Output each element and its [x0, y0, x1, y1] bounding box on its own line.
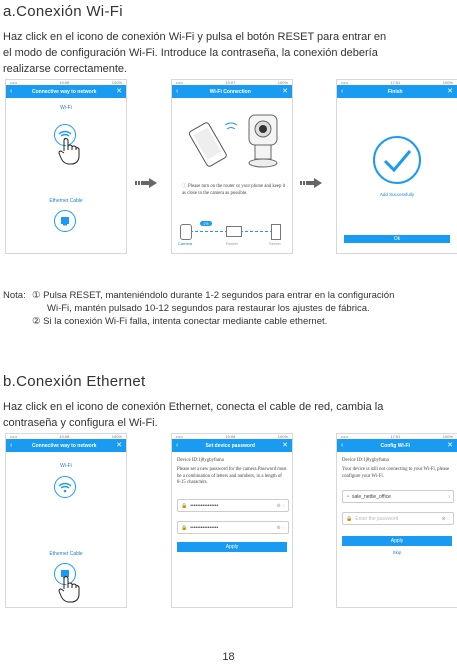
nav-bar: ‹ Set device password ✕: [172, 439, 292, 452]
back-icon[interactable]: ‹: [10, 88, 12, 95]
nav-bar: ‹ Connective way to network ✕: [6, 85, 126, 98]
password-instructions: Please set a new password for the camera…: [177, 467, 287, 485]
section-a-line-1: Haz click en el icono de conexión Wi-Fi …: [3, 31, 387, 43]
nav-bar: ‹ Finish ✕: [337, 85, 457, 98]
password-field[interactable]: 🔒 •••••••••••••••• ⊗ ◌: [177, 499, 289, 512]
wifi-password-input[interactable]: 🔒 Enter the password ⊗ ◌: [342, 512, 454, 525]
camera-label: Camera: [178, 241, 193, 246]
back-icon[interactable]: ‹: [176, 88, 178, 95]
success-text: Add Successfully: [379, 192, 415, 197]
ethernet-option-button[interactable]: [54, 210, 76, 232]
phone-screen-wifi-connection: ••••• 10:07 100% ‹ Wi-Fi Connection ✕ ⓘ Pl…: [171, 79, 293, 254]
chevron-right-icon: ›: [448, 493, 450, 500]
note-item-1b: Wi-Fi, mantén pulsado 10-12 segundos par…: [47, 303, 370, 314]
wifi-label: Wi-Fi: [60, 463, 72, 469]
page-number: 18: [222, 651, 235, 663]
nav-title: Connective way to network: [32, 442, 97, 449]
phone-screen-config-wifi: ••••• 17:51 100% ‹ Config Wi-Fi ✕ Device I…: [336, 433, 457, 608]
progress-badge: 1%: [200, 221, 212, 226]
section-b-title: b.Conexión Ethernet: [3, 373, 146, 390]
server-node-icon: [271, 224, 281, 240]
server-label: Server: [269, 241, 281, 246]
close-icon[interactable]: ✕: [116, 88, 122, 95]
nav-title: Connective way to network: [32, 88, 97, 95]
section-a-line-2: el modo de configuración Wi-Fi. Introduc…: [3, 47, 378, 59]
wifi-icon: [58, 482, 72, 492]
nav-bar: ‹ Wi-Fi Connection ✕: [172, 85, 292, 98]
router-node-icon: [226, 226, 242, 237]
close-icon[interactable]: ✕: [282, 88, 288, 95]
back-icon[interactable]: ‹: [176, 442, 178, 449]
phone-screen-set-password: ••••• 10:08 100% ‹ Set device password ✕ D…: [171, 433, 293, 608]
success-check-icon: [373, 136, 421, 184]
router-label: Router: [226, 241, 239, 246]
close-icon[interactable]: ✕: [447, 88, 453, 95]
lock-icon: 🔒: [181, 524, 188, 531]
phone-screen-connection-method: ••••• 10:08 100% ‹ Connective way to netw…: [5, 79, 127, 254]
clear-icon[interactable]: ⊗ ◌: [276, 525, 285, 531]
wifi-label: Wi-Fi: [60, 105, 72, 111]
clear-icon[interactable]: ⊗ ◌: [441, 516, 450, 522]
hand-pointer-icon: [58, 138, 80, 165]
note-item-1a: ① Pulsa RESET, manteniéndolo durante 1-2…: [32, 290, 395, 301]
skip-link[interactable]: Skip: [337, 550, 457, 555]
ok-button[interactable]: Ok: [344, 235, 450, 243]
confirm-password-field[interactable]: 🔒 •••••••••••••••• ⊗ ◌: [177, 521, 289, 534]
section-a-line-3: realizarse correctamente.: [3, 63, 128, 75]
back-icon[interactable]: ‹: [10, 442, 12, 449]
close-icon[interactable]: ✕: [116, 442, 122, 449]
apply-button[interactable]: Apply: [177, 542, 287, 552]
close-icon[interactable]: ✕: [282, 442, 288, 449]
ssid-selector[interactable]: ◔ sale_nettie_office ›: [342, 490, 454, 503]
lock-icon: 🔒: [181, 502, 188, 509]
wifi-icon: ◔: [346, 493, 350, 500]
camera-node-icon: [180, 224, 192, 240]
section-b-line-1: Haz click en el icono de conexión Ethern…: [3, 401, 384, 413]
phone-screen-finish: ••••• 17:51 100% ‹ Finish ✕ Add Successful…: [336, 79, 457, 254]
clear-icon[interactable]: ⊗ ◌: [276, 503, 285, 509]
note-label: Nota:: [3, 290, 26, 301]
back-icon[interactable]: ‹: [341, 88, 343, 95]
phone-screen-connection-method-ethernet: ••••• 10:08 100% ‹ Connective way to netwo…: [5, 433, 127, 608]
wifi-option-button[interactable]: [54, 476, 76, 498]
lock-icon: 🔒: [346, 515, 353, 522]
arrow-icon: [300, 178, 322, 188]
nav-title: Config Wi-Fi: [380, 442, 410, 449]
hand-pointer-icon: [58, 576, 80, 603]
apply-button[interactable]: Apply: [342, 536, 452, 546]
close-icon[interactable]: ✕: [447, 442, 453, 449]
nav-title: Wi-Fi Connection: [209, 88, 251, 95]
config-instructions: Your device is still not connecting to y…: [342, 467, 450, 479]
section-a-title: a.Conexión Wi-Fi: [3, 3, 123, 20]
section-b-description: Haz click en el icono de conexión Ethern…: [3, 399, 457, 431]
device-id: Device ID:1j8ygbyfnma: [342, 458, 389, 463]
note-item-2: ② Si la conexión Wi-Fi falla, intenta co…: [32, 316, 328, 327]
section-b-line-2: contraseña y configura el Wi-Fi.: [3, 417, 158, 429]
ethernet-label: Ethernet Cable: [49, 198, 83, 204]
nav-title: Set device password: [205, 442, 255, 449]
section-a-description: Haz click en el icono de conexión Wi-Fi …: [3, 29, 457, 77]
ethernet-icon: [61, 217, 69, 226]
proximity-hint: ⓘ Please turn on the router or your phon…: [182, 184, 286, 196]
nav-bar: ‹ Connective way to network ✕: [6, 439, 126, 452]
nav-title: Finish: [387, 88, 403, 95]
device-id: Device ID:1j8ygbyfnma: [177, 458, 224, 463]
nav-bar: ‹ Config Wi-Fi ✕: [337, 439, 457, 452]
back-icon[interactable]: ‹: [341, 442, 343, 449]
phone-and-camera-illustration: [188, 114, 278, 168]
ethernet-label: Ethernet Cable: [49, 551, 83, 557]
arrow-icon: [135, 178, 157, 188]
